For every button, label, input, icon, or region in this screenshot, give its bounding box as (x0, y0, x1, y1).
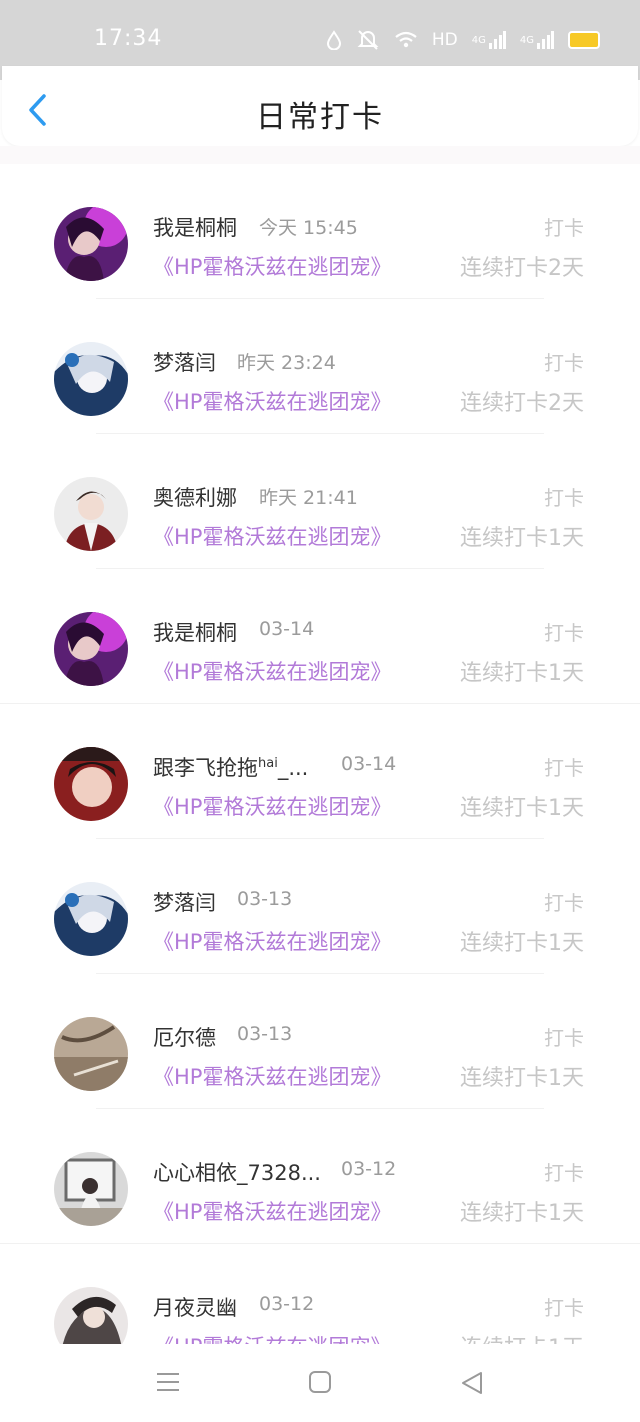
streak-label: 连续打卡1天 (460, 931, 584, 956)
user-name[interactable]: 梦落闫 (153, 347, 216, 377)
user-name[interactable]: 我是桐桐 (153, 212, 237, 242)
checkin-label: 打卡 (544, 216, 584, 240)
checkin-label: 打卡 (544, 756, 584, 780)
hd-indicator: HD (431, 30, 458, 50)
group-name[interactable]: 《HP霍格沃兹在逃团宠》 (153, 386, 391, 416)
menu-icon (157, 1373, 179, 1391)
app-header: 日常打卡 (2, 66, 638, 146)
signal-icon-2: 4G (520, 31, 554, 49)
avatar[interactable] (54, 1152, 128, 1226)
list-item[interactable]: 月夜灵幽 03-12 《HP霍格沃兹在逃团宠》 打卡 连续打卡1天 (0, 1244, 640, 1344)
user-name[interactable]: 心心相依_7328... (153, 1157, 321, 1187)
list-item[interactable]: 我是桐桐 03-14 《HP霍格沃兹在逃团宠》 打卡 连续打卡1天 (0, 569, 640, 704)
system-nav-bar (0, 1344, 640, 1422)
status-time: 17:34 (94, 26, 163, 51)
signal-icon-1: 4G (472, 31, 506, 49)
group-name[interactable]: 《HP霍格沃兹在逃团宠》 (153, 926, 391, 956)
triangle-back-icon (462, 1372, 482, 1394)
checkin-date: 03-13 (237, 1023, 293, 1045)
checkin-label: 打卡 (544, 891, 584, 915)
status-icons: HD 4G 4G (326, 27, 600, 53)
signal-1-label: 4G (471, 34, 486, 46)
checkin-label: 打卡 (544, 351, 584, 375)
user-name[interactable]: 月夜灵幽 (153, 1292, 237, 1322)
user-name[interactable]: 我是桐桐 (153, 617, 237, 647)
checkin-date: 03-12 (259, 1293, 315, 1315)
avatar[interactable] (54, 612, 128, 686)
avatar[interactable] (54, 747, 128, 821)
group-name[interactable]: 《HP霍格沃兹在逃团宠》 (153, 521, 391, 551)
list-item[interactable]: 我是桐桐 今天 15:45 《HP霍格沃兹在逃团宠》 打卡 连续打卡2天 (0, 164, 640, 299)
checkin-label: 打卡 (544, 1161, 584, 1185)
list-item[interactable]: 奥德利娜 昨天 21:41 《HP霍格沃兹在逃团宠》 打卡 连续打卡1天 (0, 434, 640, 569)
user-name-sup: hai (258, 756, 278, 771)
checkin-date: 03-12 (341, 1158, 397, 1180)
header-separator (0, 146, 640, 164)
drop-icon (326, 30, 342, 50)
checkin-label: 打卡 (544, 1026, 584, 1050)
avatar[interactable] (54, 207, 128, 281)
streak-label: 连续打卡1天 (460, 661, 584, 686)
streak-label: 连续打卡1天 (460, 526, 584, 551)
square-home-icon (309, 1371, 331, 1393)
group-name[interactable]: 《HP霍格沃兹在逃团宠》 (153, 1331, 391, 1344)
checkin-label: 打卡 (544, 486, 584, 510)
streak-label: 连续打卡1天 (460, 796, 584, 821)
menu-button[interactable] (155, 1370, 181, 1398)
group-name[interactable]: 《HP霍格沃兹在逃团宠》 (153, 1061, 391, 1091)
streak-label: 连续打卡1天 (460, 1066, 584, 1091)
list-item[interactable]: 心心相依_7328... 03-12 《HP霍格沃兹在逃团宠》 打卡 连续打卡1… (0, 1109, 640, 1244)
group-name[interactable]: 《HP霍格沃兹在逃团宠》 (153, 1196, 391, 1226)
mute-bell-icon (356, 29, 380, 51)
checkin-date: 03-13 (237, 888, 293, 910)
checkin-date: 03-14 (259, 618, 315, 640)
checkin-date: 昨天 23:24 (237, 352, 336, 374)
user-name-suffix: _... (277, 756, 309, 780)
streak-label: 连续打卡1天 (460, 1330, 584, 1344)
avatar[interactable] (54, 1287, 128, 1344)
list-item[interactable]: 厄尔德 03-13 《HP霍格沃兹在逃团宠》 打卡 连续打卡1天 (0, 974, 640, 1109)
signal-2-label: 4G (519, 34, 534, 46)
streak-label: 连续打卡2天 (460, 256, 584, 281)
streak-label: 连续打卡1天 (460, 1201, 584, 1226)
group-name[interactable]: 《HP霍格沃兹在逃团宠》 (153, 791, 391, 821)
checkin-date: 昨天 21:41 (259, 487, 358, 509)
user-name[interactable]: 奥德利娜 (153, 482, 237, 512)
avatar[interactable] (54, 477, 128, 551)
checkin-date: 03-14 (341, 753, 397, 775)
avatar[interactable] (54, 1017, 128, 1091)
nav-back-button[interactable] (459, 1370, 485, 1400)
page-title: 日常打卡 (256, 100, 384, 135)
list-item[interactable]: 梦落闫 昨天 23:24 《HP霍格沃兹在逃团宠》 打卡 连续打卡2天 (0, 299, 640, 434)
checkin-date: 今天 15:45 (259, 217, 358, 239)
home-button[interactable] (308, 1370, 332, 1398)
user-name[interactable]: 跟李飞抢拖hai_... (153, 752, 308, 782)
group-name[interactable]: 《HP霍格沃兹在逃团宠》 (153, 656, 391, 686)
checkin-label: 打卡 (544, 1296, 584, 1320)
user-name-main: 跟李飞抢拖 (153, 756, 258, 780)
list-item[interactable]: 跟李飞抢拖hai_... 03-14 《HP霍格沃兹在逃团宠》 打卡 连续打卡1… (0, 704, 640, 839)
avatar[interactable] (54, 342, 128, 416)
user-name[interactable]: 厄尔德 (153, 1022, 216, 1052)
checkin-list: 我是桐桐 今天 15:45 《HP霍格沃兹在逃团宠》 打卡 连续打卡2天 梦落闫… (0, 164, 640, 1344)
battery-icon (568, 31, 600, 49)
user-name[interactable]: 梦落闫 (153, 887, 216, 917)
streak-label: 连续打卡2天 (460, 391, 584, 416)
avatar[interactable] (54, 882, 128, 956)
list-item[interactable]: 梦落闫 03-13 《HP霍格沃兹在逃团宠》 打卡 连续打卡1天 (0, 839, 640, 974)
group-name[interactable]: 《HP霍格沃兹在逃团宠》 (153, 251, 391, 281)
checkin-label: 打卡 (544, 621, 584, 645)
wifi-icon (394, 31, 418, 49)
